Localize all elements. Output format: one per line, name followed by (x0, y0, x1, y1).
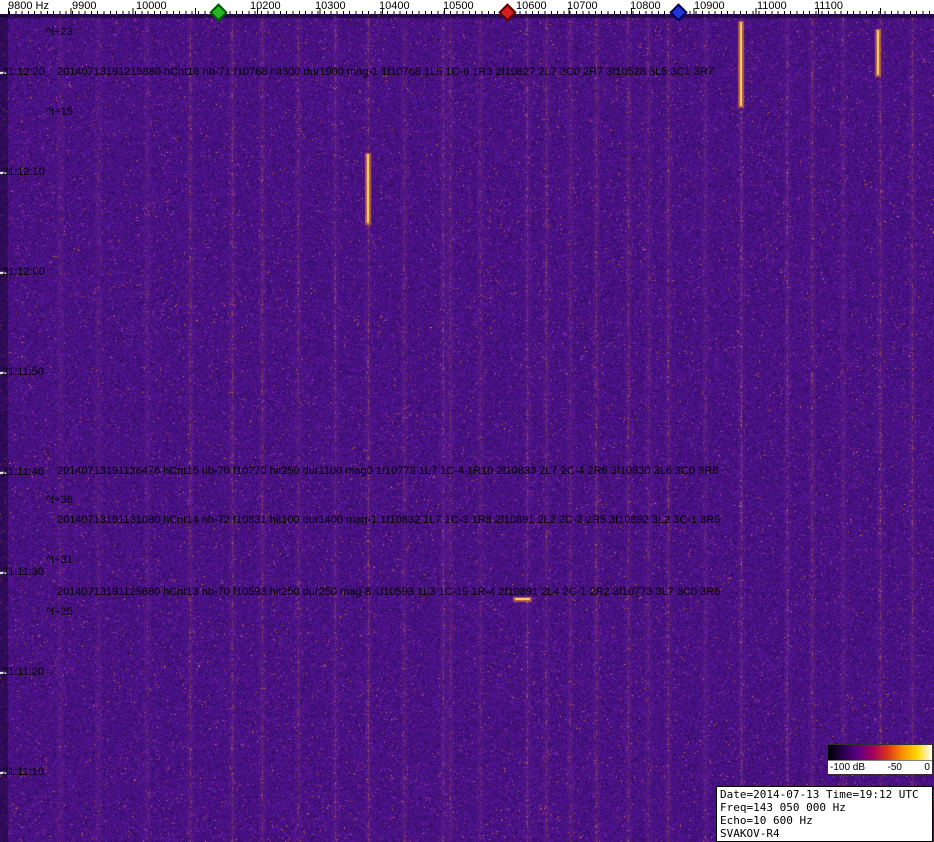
event-marker-t25: ^t+25 (46, 606, 73, 618)
status-info-box: Date=2014-07-13 Time=19:12 UTC Freq=143 … (716, 786, 933, 842)
colorbar-labels: -100 dB -50 0 (828, 761, 932, 774)
freq-label-9800: 9800 Hz (8, 0, 49, 12)
time-label: 21:12:10 (2, 166, 45, 178)
event-marker-t31: ^t+31 (46, 554, 73, 566)
info-date-line: Date=2014-07-13 Time=19:12 UTC (720, 788, 919, 801)
colorbar-label-min: -100 dB (830, 762, 866, 773)
freq-label-10700: 10700 (567, 0, 598, 12)
freq-label-10200: 10200 (250, 0, 281, 12)
waterfall-spectrogram (0, 14, 934, 842)
freq-label-9900: 9900 (72, 0, 97, 12)
colorbar-label-mid: -50 (887, 762, 902, 773)
time-label: 21:12:20 (2, 66, 45, 78)
time-label: 21:11:20 (2, 666, 45, 678)
detection-line-hcnt14: 20140713191131080 hCnt14 nb-72 f10831 hi… (57, 514, 721, 526)
time-label: 21:12:00 (2, 266, 45, 278)
time-label: 21:11:50 (2, 366, 45, 378)
colorbar-label-max: 0 (924, 762, 930, 773)
colorbar-gradient (828, 745, 932, 761)
db-colorbar: -100 dB -50 0 (827, 744, 933, 775)
detection-line-hcnt15: 20140713191136476 hCnt15 nb-70 f10770 hi… (57, 465, 719, 477)
event-marker-t36: ^t+36 (46, 494, 73, 506)
meteor-echo-monitor-window: 9800 Hz 9900 10000 10200 10300 10400 105… (0, 0, 934, 842)
freq-label-10000: 10000 (136, 0, 167, 12)
event-marker-t15: ^t+15 (46, 106, 73, 118)
freq-label-10300: 10300 (315, 0, 346, 12)
detection-line-hcnt16: 20140713191215880 hCnt16 nb-71 f10768 hi… (57, 66, 714, 78)
info-freq-line: Freq=143 050 000 Hz (720, 801, 846, 814)
time-label: 21:11:40 (2, 466, 45, 478)
freq-label-10500: 10500 (443, 0, 474, 12)
info-station-line: SVAKOV-R4 (720, 827, 780, 840)
event-marker-t23: ^t+23 (46, 26, 73, 38)
detection-line-hcnt13: 20140713191125680 hCnt13 nb-70 f10593 hi… (57, 586, 721, 598)
time-label: 21:11:30 (2, 566, 45, 578)
freq-label-11000: 11000 (757, 0, 787, 12)
freq-label-11100: 11100 (814, 0, 843, 12)
frequency-ruler: 9800 Hz 9900 10000 10200 10300 10400 105… (0, 0, 934, 22)
freq-label-10800: 10800 (630, 0, 661, 12)
info-echo-line: Echo=10 600 Hz (720, 814, 813, 827)
freq-label-10900: 10900 (694, 0, 725, 12)
freq-label-10600: 10600 (516, 0, 547, 12)
time-label: 21:11:10 (2, 766, 45, 778)
freq-label-10400: 10400 (379, 0, 410, 12)
